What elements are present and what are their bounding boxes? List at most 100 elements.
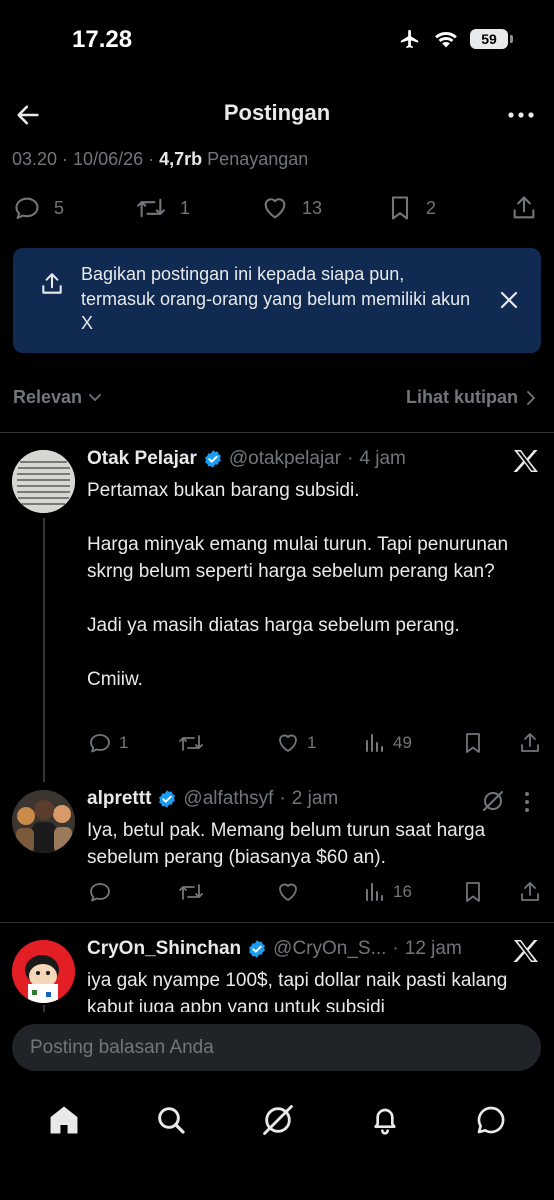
views-count: 4,7rb [159, 149, 203, 169]
reply-input-placeholder: Posting balasan Anda [30, 1037, 214, 1058]
like-button[interactable]: 1 [275, 731, 363, 755]
reply-time: 12 jam [404, 938, 462, 959]
reply-button[interactable]: 5 [12, 194, 134, 222]
handle[interactable]: @alfathsyf [183, 788, 273, 810]
display-name[interactable]: Otak Pelajar [87, 448, 197, 470]
reply-actions: 16 [87, 877, 542, 907]
reply-text: Pertamax bukan barang subsidi. Harga min… [87, 480, 509, 690]
share-icon [521, 882, 539, 901]
avatar-image-icon [12, 940, 75, 1003]
bookmark-icon [466, 882, 480, 902]
comment-icon [90, 883, 110, 902]
post-date: 10/06/26 [73, 149, 144, 169]
repost-button[interactable]: 1 [134, 194, 260, 222]
reply-button[interactable]: 1 [87, 731, 177, 755]
heart-icon [264, 198, 286, 219]
view-quotes-link[interactable]: Lihat kutipan [406, 387, 536, 408]
wifi-icon [434, 29, 458, 49]
like-count: 13 [302, 197, 323, 218]
nav-home[interactable] [47, 1103, 81, 1137]
post-meta: 03.20 · 10/06/26 · 4,7rb Penayangan [12, 149, 309, 169]
separator-dot: · [392, 938, 399, 959]
bookmark-icon [466, 733, 480, 753]
avatar[interactable] [12, 790, 75, 853]
handle[interactable]: @otakpelajar [229, 448, 341, 470]
like-count: 1 [307, 733, 317, 752]
reply-time: 4 jam [359, 448, 406, 469]
bookmark-icon [391, 196, 409, 220]
views-count: 49 [393, 733, 412, 752]
share-button[interactable] [518, 731, 542, 755]
views-chart-icon [366, 734, 383, 752]
avatar-image-icon [12, 790, 75, 853]
divider [0, 922, 554, 923]
nav-notifications[interactable] [369, 1104, 401, 1136]
avatar-image-icon [12, 450, 75, 513]
airplane-icon [398, 28, 422, 50]
avatar[interactable] [12, 450, 75, 513]
reply-count: 1 [119, 733, 129, 752]
bookmark-button[interactable]: 2 [386, 194, 508, 222]
separator-dot: · [279, 788, 286, 809]
nav-grok[interactable] [261, 1103, 295, 1137]
bookmark-button[interactable] [461, 880, 511, 904]
nav-messages[interactable] [475, 1104, 507, 1136]
status-time: 17.28 [72, 26, 133, 53]
views-count: 16 [393, 882, 412, 901]
chat-bubble-icon [477, 1106, 505, 1134]
handle[interactable]: @CryOn_S... [273, 938, 386, 960]
x-logo-icon[interactable] [513, 449, 539, 473]
bookmark-count: 2 [426, 197, 437, 218]
home-icon [50, 1106, 78, 1134]
sort-dropdown[interactable]: Relevan [13, 387, 102, 408]
reply-time: 2 jam [291, 788, 339, 809]
like-button[interactable]: 13 [260, 194, 386, 222]
share-icon [513, 196, 535, 219]
reply-button[interactable] [87, 880, 177, 904]
view-quotes-label: Lihat kutipan [406, 387, 518, 407]
verified-badge-icon [204, 450, 221, 468]
repost-icon [137, 198, 165, 218]
share-banner[interactable]: Bagikan postingan ini kepada siapa pun, … [13, 248, 541, 353]
repost-count: 1 [180, 197, 191, 218]
verified-badge-icon [249, 940, 266, 958]
battery-indicator: 59 [470, 29, 513, 49]
close-banner-button[interactable] [499, 290, 519, 310]
bell-icon [374, 1108, 396, 1135]
search-icon [158, 1107, 185, 1134]
views-button[interactable]: 49 [363, 731, 461, 755]
reply-text: Iya, betul pak. Memang belum turun saat … [87, 820, 491, 868]
display-name[interactable]: CryOn_Shinchan [87, 938, 241, 960]
chevron-down-icon [89, 393, 101, 401]
avatar[interactable] [12, 940, 75, 1003]
status-icons: 59 [398, 28, 513, 50]
grok-icon[interactable] [481, 789, 505, 813]
more-options-button[interactable] [506, 103, 536, 127]
reply-actions: 1 1 49 [87, 728, 542, 758]
grok-icon [263, 1105, 293, 1135]
heart-icon [279, 883, 297, 901]
page-title: Postingan [223, 100, 331, 125]
reply-input[interactable]: Posting balasan Anda [12, 1024, 541, 1071]
bookmark-button[interactable] [461, 731, 511, 755]
thread-line [43, 518, 45, 782]
nav-search[interactable] [155, 1104, 187, 1136]
more-vertical-icon[interactable] [522, 791, 532, 813]
repost-icon [179, 735, 203, 751]
share-button[interactable] [518, 880, 542, 904]
bottom-nav [0, 1090, 554, 1150]
views-button[interactable]: 16 [363, 880, 461, 904]
share-icon [39, 270, 65, 298]
repost-button[interactable] [177, 731, 275, 755]
share-banner-text: Bagikan postingan ini kepada siapa pun, … [81, 264, 471, 333]
reply-count: 5 [54, 197, 65, 218]
verified-badge-icon [159, 790, 176, 808]
display-name[interactable]: alprettt [87, 788, 151, 810]
share-icon [521, 733, 539, 752]
post-actions: 5 1 13 2 [12, 192, 538, 224]
repost-button[interactable] [177, 880, 275, 904]
x-logo-icon[interactable] [513, 939, 539, 963]
share-button[interactable] [510, 194, 538, 222]
views-label[interactable]: Penayangan [207, 149, 308, 169]
like-button[interactable] [275, 880, 363, 904]
